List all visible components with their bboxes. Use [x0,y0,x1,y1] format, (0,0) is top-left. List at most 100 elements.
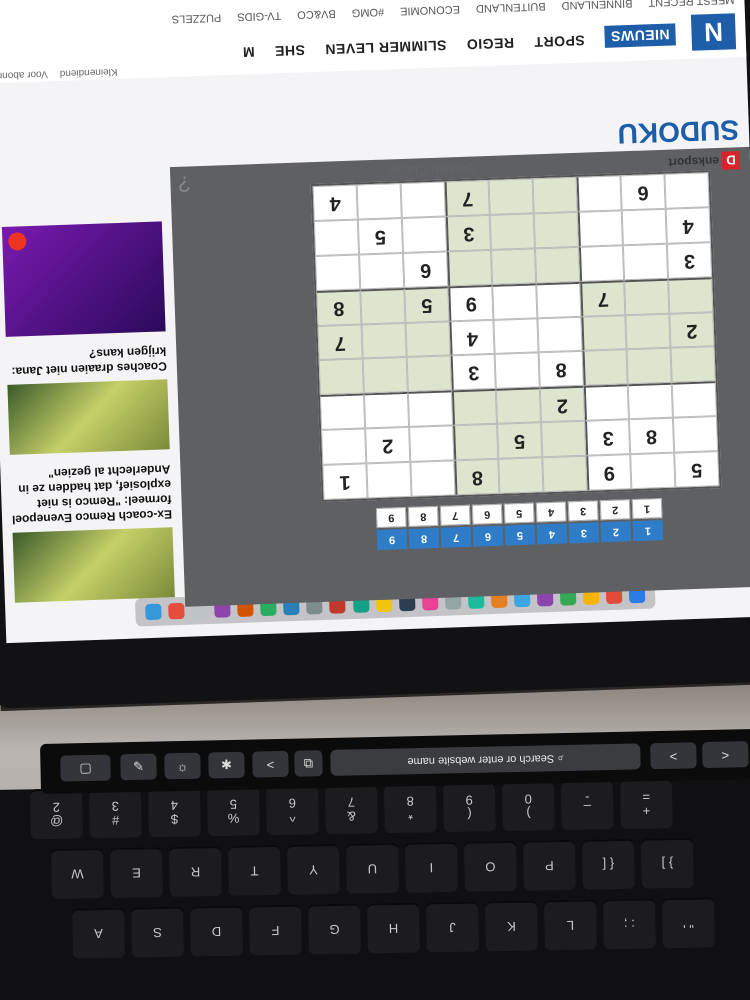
sudoku-cell[interactable]: 4 [665,207,711,244]
sudoku-cell[interactable]: 4 [449,319,495,356]
numpad-key[interactable]: 4 [535,501,567,523]
key-8[interactable]: * 8 [383,782,437,834]
sudoku-cell[interactable]: 8 [454,458,500,496]
sudoku-cell[interactable] [356,183,402,220]
numpad-candidate-key[interactable]: 8 [408,527,440,549]
subnav-item[interactable]: #OMG [352,6,385,19]
sudoku-cell[interactable] [542,455,588,493]
key-qwerty[interactable]: T [228,844,281,896]
sudoku-cell[interactable] [541,420,587,458]
sudoku-cell[interactable] [493,317,539,355]
sudoku-cell[interactable]: 5 [497,422,543,459]
sudoku-cell[interactable] [495,387,542,425]
key-qwerty[interactable]: E [110,847,163,898]
sudoku-cell[interactable]: 9 [586,454,632,491]
numpad-key[interactable]: 5 [503,502,535,524]
numpad-candidate-key[interactable]: 9 [376,529,408,551]
subnav-item[interactable]: BV&CO [297,7,336,20]
sudoku-cell[interactable] [625,313,671,350]
sudoku-cell[interactable] [533,211,579,249]
subnav-item[interactable]: TV-GIDS [237,9,281,23]
sudoku-cell[interactable] [488,178,534,215]
sudoku-cell[interactable]: 8 [316,289,362,326]
key-qwerty[interactable]: I [404,841,458,893]
sudoku-cell[interactable]: 9 [448,284,494,321]
key-qwerty[interactable]: P [522,839,576,891]
sudoku-cell[interactable]: 3 [666,242,713,279]
key-home[interactable]: L [544,899,597,951]
numpad-key[interactable]: 6 [471,503,503,525]
key-9[interactable]: (9 [442,781,496,833]
sudoku-cell[interactable] [321,428,367,466]
key-home[interactable]: " ' [661,897,715,949]
sudoku-cell[interactable] [407,390,454,428]
sudoku-cell[interactable]: 7 [580,279,626,317]
key-home[interactable]: H [367,902,420,954]
nav-item[interactable]: REGIO [466,29,514,53]
sudoku-cell[interactable] [319,393,366,431]
top-link[interactable]: Voor abonn [0,68,48,81]
sudoku-cell[interactable] [446,249,493,287]
numpad-key[interactable]: 2 [599,499,631,521]
sudoku-cell[interactable] [581,314,627,352]
key-home[interactable]: K [485,900,538,952]
numpad-key[interactable]: 1 [631,498,663,520]
key-7[interactable]: & 7 [324,783,378,835]
sudoku-cell[interactable]: 4 [312,184,358,221]
sudoku-cell[interactable] [622,243,669,280]
key-home[interactable]: G [308,903,361,955]
key-qwerty[interactable]: O [463,840,517,892]
key-home[interactable]: D [190,905,243,957]
key-home[interactable]: F [249,904,302,956]
numpad-key[interactable]: 9 [375,507,407,529]
sudoku-cell[interactable] [621,208,667,246]
sudoku-cell[interactable] [362,357,408,394]
sudoku-cell[interactable] [627,383,673,420]
promo-banner[interactable] [1,221,166,337]
sudoku-cell[interactable] [626,348,672,385]
app-icon[interactable] [168,602,185,620]
sudoku-cell[interactable] [537,316,583,353]
nav-item[interactable]: SHE [274,36,305,59]
key-4[interactable]: $4 [147,786,201,838]
nav-item[interactable]: M [242,38,255,60]
sudoku-cell[interactable] [451,389,498,426]
sudoku-cell[interactable] [583,384,629,421]
numpad-candidate-key[interactable]: 2 [600,521,632,543]
sudoku-cell[interactable]: 7 [317,324,363,361]
key-qwerty[interactable]: R [169,845,222,897]
sudoku-cell[interactable] [313,219,360,256]
sudoku-cell[interactable] [366,461,412,499]
subnav-item[interactable]: BUITENLAND [476,0,546,14]
numpad-candidate-key[interactable]: 5 [504,524,536,546]
sudoku-cell[interactable] [668,276,714,314]
touchbar-forward-button[interactable]: > [702,741,749,769]
key-qwerty[interactable]: Y [287,843,340,895]
key-home[interactable]: A [72,907,125,959]
key-qwerty[interactable]: W [51,848,104,899]
sudoku-cell[interactable]: 5 [404,286,450,323]
sudoku-cell[interactable] [492,283,538,320]
numpad-key[interactable]: 8 [407,505,439,527]
sudoku-cell[interactable]: 3 [445,214,491,252]
sudoku-cell[interactable] [360,287,406,325]
key-qwerty[interactable]: { [ [581,838,635,890]
sudoku-cell[interactable] [405,320,451,358]
sudoku-cell[interactable] [672,416,719,453]
sudoku-cell[interactable] [363,392,410,429]
sudoku-cell[interactable] [664,172,710,209]
numpad-key[interactable]: 7 [439,504,471,526]
sudoku-cell[interactable] [359,252,405,290]
sudoku-cell[interactable]: 6 [403,251,449,288]
sudoku-cell[interactable] [453,424,499,461]
touchbar-tabs-icon[interactable]: ⧉ [294,750,323,777]
key-6[interactable]: ^ 6 [265,784,319,836]
article-image[interactable] [12,527,175,603]
sudoku-cell[interactable]: 7 [444,179,490,217]
key-3[interactable]: #3 [88,787,142,839]
key-home[interactable]: : ; [603,898,656,950]
sudoku-cell[interactable] [489,213,535,250]
sudoku-cell[interactable] [410,460,456,497]
nav-item[interactable]: SPORT [534,27,585,51]
key-0[interactable]: ) 0 [501,780,555,832]
